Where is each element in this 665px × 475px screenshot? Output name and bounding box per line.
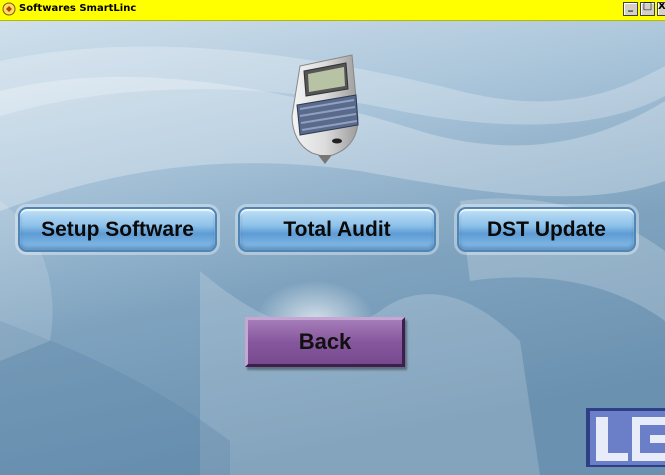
back-label: Back <box>298 329 352 354</box>
setup-software-label: Setup Software <box>41 217 194 241</box>
close-icon: X <box>658 2 665 12</box>
setup-software-button[interactable]: Setup Software <box>18 207 217 252</box>
minimize-button[interactable]: _ <box>623 1 638 16</box>
window-title: Softwares SmartLinc <box>19 3 137 14</box>
back-button[interactable]: Back <box>245 317 405 367</box>
total-audit-label: Total Audit <box>283 217 391 241</box>
restore-button[interactable]: □ <box>640 1 655 16</box>
dst-update-button[interactable]: DST Update <box>457 207 636 252</box>
main-panel: Setup Software Total Audit DST Update Ba… <box>0 21 665 475</box>
app-window: Softwares SmartLinc _ □ X Setup Software… <box>0 0 665 475</box>
dst-update-label: DST Update <box>486 217 606 241</box>
restore-icon: □ <box>642 1 653 12</box>
total-audit-button[interactable]: Total Audit <box>238 207 436 252</box>
minimize-icon: _ <box>628 1 633 12</box>
window-controls: _ □ X <box>621 1 665 18</box>
title-bar[interactable]: Softwares SmartLinc _ □ X <box>0 0 665 21</box>
company-logo <box>586 408 665 467</box>
close-button[interactable]: X <box>657 2 665 16</box>
app-icon <box>2 2 16 16</box>
